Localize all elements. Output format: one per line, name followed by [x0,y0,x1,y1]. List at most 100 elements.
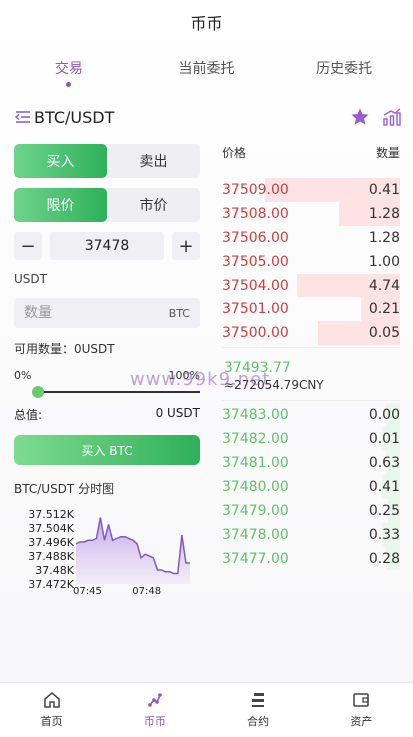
header: 币币 [0,0,413,44]
price-chart: 37.512K37.504K37.496K37.488K37.48K37.472… [28,508,190,597]
ask-qty: 4.74 [368,277,400,294]
ask-row[interactable]: 37508.00 1.28 [222,201,400,226]
price-input[interactable]: 37478 [50,232,164,260]
bid-row[interactable]: 37483.00 0.00 [222,403,400,428]
active-tab-dot [66,82,72,87]
nav-coin-trade[interactable]: 币币 [103,683,206,737]
price-stepper: − 37478 + [14,232,200,260]
bid-list: 37483.00 0.00 37482.00 0.01 37481.00 0.63 3748… [222,403,400,571]
tab-label: 历史委托 [316,61,373,77]
ask-qty: 0.21 [368,301,400,318]
bid-row[interactable]: 37482.00 0.01 [222,427,400,452]
page: 币币 交易 当前委托 历史委托 BTC/USDT 买入 卖出 限价 市价 − 3… [0,0,413,737]
slider-handle[interactable] [32,386,44,398]
star-icon[interactable] [350,107,370,127]
bid-qty: 0.25 [368,502,400,519]
increase-button[interactable]: + [172,232,200,260]
bid-row[interactable]: 37479.00 0.25 [222,498,400,523]
order-book-header: 价格 数量 [222,144,400,164]
ask-price: 37504.00 [222,277,289,294]
trade-panel: 买入 卖出 限价 市价 − 37478 + USDT BTC 可用数量：0USD… [14,144,200,465]
ask-row[interactable]: 37500.00 0.05 [222,321,400,346]
bid-price: 37478.00 [222,526,289,543]
chart-title: BTC/USDT 分时图 [14,482,115,496]
pair-row: BTC/USDT [14,104,402,130]
ask-price: 37505.00 [222,253,289,270]
total-label: 总值: [14,408,43,422]
bid-row[interactable]: 37478.00 0.33 [222,522,400,547]
bid-row[interactable]: 37480.00 0.41 [222,474,400,499]
buy-sell-toggle: 买入 卖出 [14,144,200,178]
chart-icon[interactable] [382,107,402,127]
limit-tab[interactable]: 限价 [14,188,107,222]
tab-current-orders[interactable]: 当前委托 [138,52,276,92]
ask-qty: 0.41 [368,181,400,198]
bid-qty: 0.28 [368,550,400,567]
page-title: 币币 [190,14,223,33]
tab-label: 当前委托 [178,61,235,77]
bid-price: 37477.00 [222,550,289,567]
bid-price: 37482.00 [222,431,289,448]
watermark: www.99k9.net [130,369,271,390]
qty-header: 数量 [375,146,400,160]
order-book: 价格 数量 37509.00 0.41 37508.00 1.28 37506.00 1.… [222,144,400,571]
y-tick-label: 37.48K [35,564,74,577]
nav-home[interactable]: 首页 [0,683,103,737]
ask-qty: 1.28 [368,205,400,222]
order-type-toggle: 限价 市价 [14,188,200,222]
ask-qty: 0.05 [368,325,400,342]
y-tick-label: 37.504K [28,522,74,535]
contract-icon [252,693,265,707]
y-axis: 37.512K37.504K37.496K37.488K37.48K37.472… [28,508,74,591]
bid-row[interactable]: 37481.00 0.63 [222,451,400,475]
quantity-input[interactable] [24,305,169,321]
ask-qty: 1.28 [368,229,400,246]
tab-trade[interactable]: 交易 [0,52,138,92]
quantity-field: BTC [14,298,200,328]
market-tab[interactable]: 市价 [107,188,200,222]
buy-btc-button[interactable]: 买入 BTC [14,435,200,465]
nav-label: 资产 [350,715,373,728]
ask-row[interactable]: 37504.00 4.74 [222,273,400,298]
menu-icon[interactable] [14,109,32,125]
ask-row[interactable]: 37505.00 1.00 [222,250,400,274]
bid-qty: 0.41 [368,478,400,495]
slider-track [36,391,200,393]
ask-row[interactable]: 37501.00 0.21 [222,297,400,322]
ask-row[interactable]: 37509.00 0.41 [222,178,400,202]
ask-price: 37506.00 [222,229,289,246]
y-tick-label: 37.512K [28,508,74,521]
total-row: 总值: 0 USDT [14,406,200,423]
ask-list: 37509.00 0.41 37508.00 1.28 37506.00 1.28 3750… [222,178,400,346]
total-value: 0 USDT [155,406,200,420]
price-area [76,517,190,584]
nav-assets[interactable]: 资产 [310,683,413,737]
pair-title[interactable]: BTC/USDT [34,108,114,127]
buy-tab[interactable]: 买入 [14,144,107,178]
x-tick-label: 07:48 [132,586,161,597]
bid-qty: 0.01 [368,431,400,448]
ask-row[interactable]: 37506.00 1.28 [222,226,400,250]
y-tick-label: 37.488K [28,550,74,563]
currency-label: USDT [14,272,47,286]
tab-history-orders[interactable]: 历史委托 [275,52,413,92]
bottom-nav: 首页 币币 合约 资产 [0,682,413,737]
home-icon [43,692,60,708]
nav-label: 合约 [247,715,270,728]
sell-tab[interactable]: 卖出 [107,144,200,178]
nav-label: 首页 [40,715,63,728]
ask-price: 37508.00 [222,205,289,222]
nav-contract[interactable]: 合约 [207,683,310,737]
ask-price: 37500.00 [222,325,289,342]
bid-price: 37483.00 [222,407,289,424]
wallet-icon [353,693,370,707]
bid-qty: 0.63 [368,454,400,471]
percent-min: 0% [14,369,32,382]
decrease-button[interactable]: − [14,232,42,260]
x-tick-label: 07:45 [73,586,102,597]
bid-row[interactable]: 37477.00 0.28 [222,546,400,571]
bid-price: 37481.00 [222,454,289,471]
bid-price: 37479.00 [222,502,289,519]
nav-label: 币币 [143,715,166,728]
coin-trade-icon [148,693,162,707]
